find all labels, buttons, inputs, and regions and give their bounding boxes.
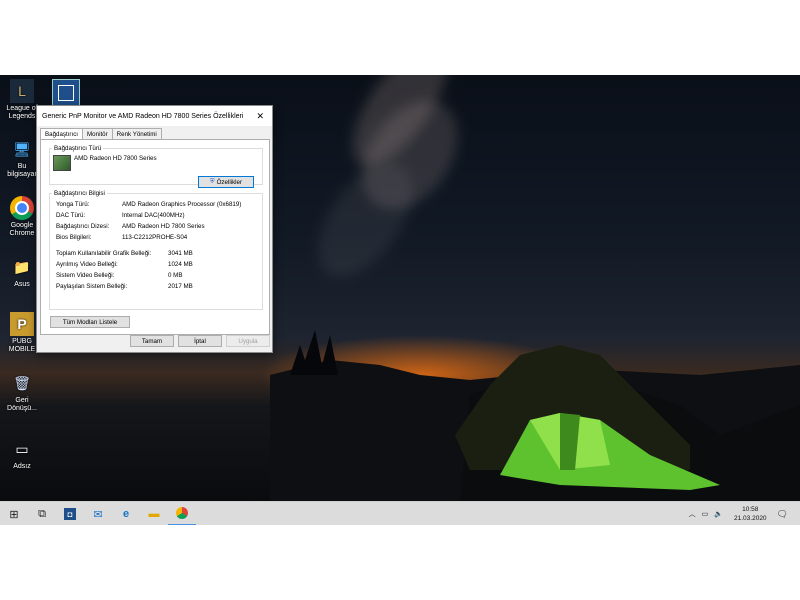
properties-button[interactable]: ⛨ Özellikler bbox=[198, 176, 254, 188]
cancel-button[interactable]: İptal bbox=[178, 335, 222, 347]
folder-icon: 📁 bbox=[13, 259, 31, 275]
desktop-screen: L League of Legends 🖥 Bu bilgisayar Goog… bbox=[0, 75, 800, 525]
graphics-card-icon bbox=[53, 155, 71, 171]
list-all-modes-button[interactable]: Tüm Modları Listele bbox=[50, 316, 130, 328]
computer-icon: 🖥 bbox=[13, 141, 31, 157]
taskbar-mail[interactable]: ✉ bbox=[84, 502, 112, 525]
chevron-up-icon[interactable]: ︿ bbox=[689, 509, 696, 519]
adapter-info-legend: Bağdaştırıcı Bilgisi bbox=[54, 190, 105, 197]
desktop-icon-app-shortcut[interactable] bbox=[52, 79, 80, 107]
clock-date: 21.03.2020 bbox=[734, 515, 767, 522]
folder-icon: ▬ bbox=[148, 508, 160, 520]
close-icon[interactable]: ✕ bbox=[253, 111, 267, 122]
desktop-icon-adsiz[interactable]: ▭ Adsız bbox=[2, 437, 42, 471]
desktop-icon-recycle-bin[interactable]: 🗑 Geri Dönüşü... bbox=[2, 371, 42, 413]
dialog-title: Generic PnP Monitor ve AMD Radeon HD 780… bbox=[42, 112, 244, 120]
adapter-type-group: Bağdaştırıcı Türü AMD Radeon HD 7800 Ser… bbox=[49, 145, 263, 188]
task-view-button[interactable]: ⧉ bbox=[28, 502, 56, 525]
app-icon: ◘ bbox=[64, 508, 76, 520]
notification-icon[interactable]: 🗨 bbox=[777, 509, 788, 520]
taskbar-chrome[interactable] bbox=[168, 502, 196, 525]
volume-icon[interactable]: 🔈 bbox=[714, 510, 723, 518]
dialog-tabs: Bağdaştırıcı Monitör Renk Yönetimi bbox=[40, 128, 162, 141]
taskbar-explorer[interactable]: ▬ bbox=[140, 502, 168, 525]
ok-button[interactable]: Tamam bbox=[130, 335, 174, 347]
dialog-titlebar[interactable]: Generic PnP Monitor ve AMD Radeon HD 780… bbox=[37, 106, 272, 126]
windows-icon: ⊞ bbox=[9, 508, 19, 521]
network-icon[interactable]: ▭ bbox=[702, 510, 709, 518]
start-button[interactable]: ⊞ bbox=[0, 502, 28, 525]
mail-icon: ✉ bbox=[93, 508, 103, 521]
apply-button[interactable]: Uygula bbox=[226, 335, 270, 347]
taskbar: ⊞ ⧉ ◘ ✉ e ▬ ︿ ▭ 🔈 10:58 21.03.2020 🗨 bbox=[0, 501, 800, 525]
adapter-type-legend: Bağdaştırıcı Türü bbox=[54, 145, 102, 152]
taskbar-edge[interactable]: e bbox=[112, 502, 140, 525]
document-icon: ▭ bbox=[15, 441, 29, 457]
edge-icon: e bbox=[122, 508, 130, 520]
recycle-bin-icon: 🗑 bbox=[13, 375, 31, 391]
adapter-info-group: Bağdaştırıcı Bilgisi Yonga Türü: AMD Rade… bbox=[49, 190, 263, 310]
chrome-icon bbox=[176, 507, 188, 519]
shield-icon: ⛨ bbox=[209, 178, 215, 185]
display-properties-dialog: Generic PnP Monitor ve AMD Radeon HD 780… bbox=[36, 105, 273, 353]
pubg-icon: P bbox=[10, 312, 34, 336]
system-tray: ︿ ▭ 🔈 10:58 21.03.2020 🗨 bbox=[686, 502, 800, 525]
chrome-icon bbox=[10, 196, 34, 220]
clock-time: 10:58 bbox=[742, 506, 759, 513]
adapter-tab-panel: Bağdaştırıcı Türü AMD Radeon HD 7800 Ser… bbox=[40, 139, 270, 335]
adapter-name: AMD Radeon HD 7800 Series bbox=[74, 155, 157, 162]
league-icon: L bbox=[10, 79, 34, 103]
clock[interactable]: 10:58 21.03.2020 bbox=[734, 505, 767, 523]
task-view-icon: ⧉ bbox=[38, 507, 46, 520]
app-shortcut-icon bbox=[58, 85, 74, 101]
taskbar-app-1[interactable]: ◘ bbox=[56, 502, 84, 525]
